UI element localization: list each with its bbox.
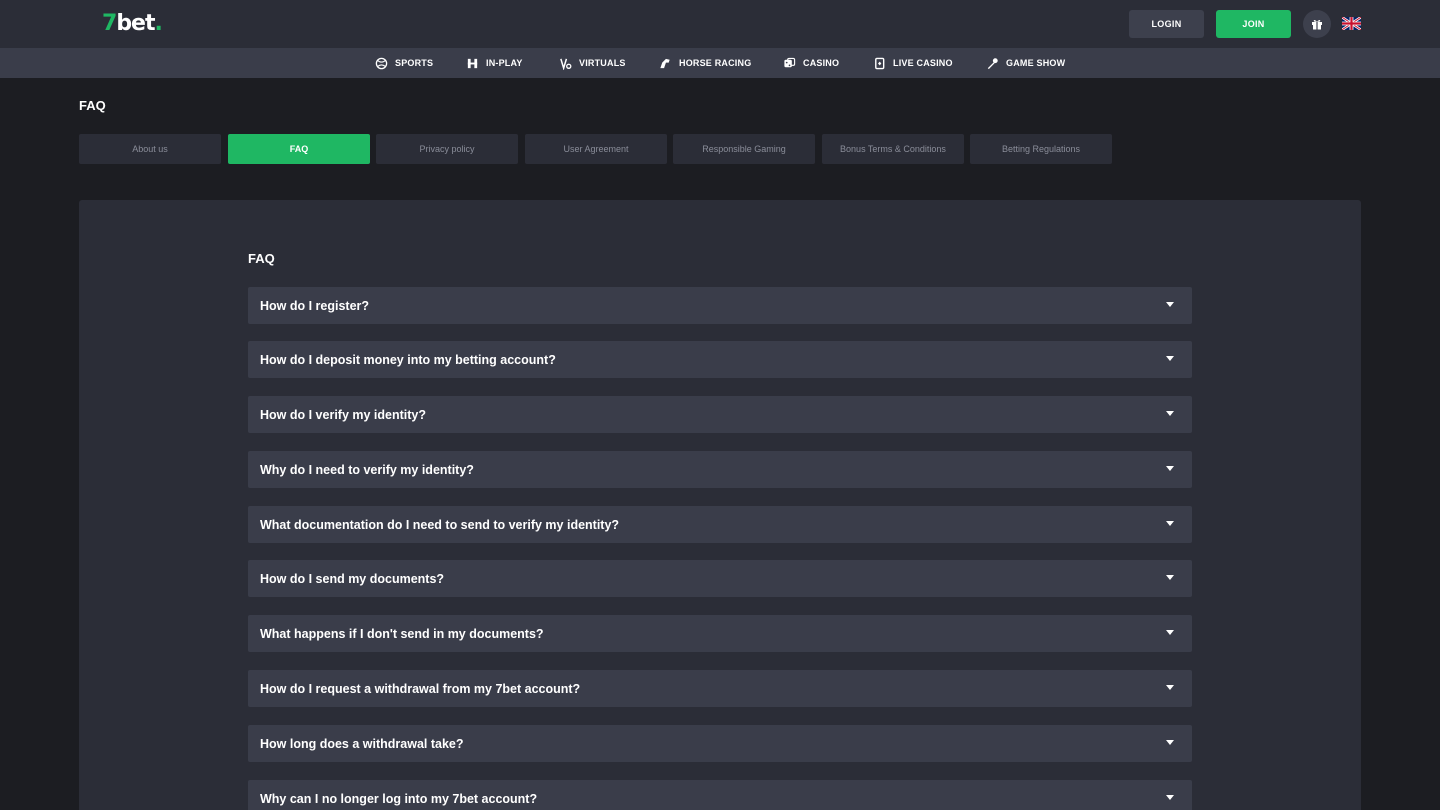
sports-ball-icon bbox=[375, 57, 388, 69]
faq-question: What happens if I don't send in my docum… bbox=[260, 626, 544, 641]
tab-betting-regulations[interactable]: Betting Regulations bbox=[970, 134, 1112, 164]
tab-user-agreement[interactable]: User Agreement bbox=[525, 134, 667, 164]
faq-question: How do I deposit money into my betting a… bbox=[260, 352, 556, 367]
virtuals-icon bbox=[560, 58, 572, 70]
faq-question: How do I request a withdrawal from my 7b… bbox=[260, 681, 581, 696]
in-play-icon bbox=[467, 58, 478, 68]
nav-live-casino[interactable]: LIVE CASINO bbox=[873, 48, 953, 78]
login-button[interactable]: LOGIN bbox=[1129, 10, 1204, 38]
gift-button[interactable] bbox=[1303, 10, 1331, 38]
microphone-icon bbox=[987, 57, 998, 69]
horse-icon bbox=[660, 58, 670, 68]
chevron-down-icon bbox=[1166, 521, 1174, 526]
faq-question: How do I send my documents? bbox=[260, 571, 445, 586]
tab-responsible-gaming[interactable]: Responsible Gaming bbox=[673, 134, 815, 164]
nav-horse-racing[interactable]: HORSE RACING bbox=[658, 48, 751, 78]
tab-bonus-terms[interactable]: Bonus Terms & Conditions bbox=[822, 134, 964, 164]
chevron-down-icon bbox=[1166, 411, 1174, 416]
tab-faq[interactable]: FAQ bbox=[228, 134, 370, 164]
faq-question: What documentation do I need to send to … bbox=[260, 517, 620, 532]
gift-icon bbox=[1312, 20, 1322, 30]
faq-item[interactable]: What documentation do I need to send to … bbox=[248, 506, 1192, 543]
main-nav: SPORTS IN-PLAY VIRTUALS HORSE RACING CAS… bbox=[0, 48, 1440, 78]
page-title: FAQ bbox=[79, 98, 106, 113]
faq-item[interactable]: How do I register? bbox=[248, 287, 1192, 324]
faq-item[interactable]: Why do I need to verify my identity? bbox=[248, 451, 1192, 488]
chevron-down-icon bbox=[1166, 795, 1174, 800]
chevron-down-icon bbox=[1166, 575, 1174, 580]
faq-item[interactable]: Why can I no longer log into my 7bet acc… bbox=[248, 780, 1192, 810]
faq-item[interactable]: How do I request a withdrawal from my 7b… bbox=[248, 670, 1192, 707]
faq-question: How do I verify my identity? bbox=[260, 407, 426, 422]
faq-item[interactable]: How do I verify my identity? bbox=[248, 396, 1192, 433]
faq-question: Why can I no longer log into my 7bet acc… bbox=[260, 791, 538, 806]
chevron-down-icon bbox=[1166, 302, 1174, 307]
faq-item[interactable]: What happens if I don't send in my docum… bbox=[248, 615, 1192, 652]
faq-item[interactable]: How long does a withdrawal take? bbox=[248, 725, 1192, 762]
chevron-down-icon bbox=[1166, 740, 1174, 745]
chevron-down-icon bbox=[1166, 630, 1174, 635]
join-button[interactable]: JOIN bbox=[1216, 10, 1291, 38]
tab-about-us[interactable]: About us bbox=[79, 134, 221, 164]
cards-icon bbox=[875, 57, 885, 69]
chevron-down-icon bbox=[1166, 466, 1174, 471]
nav-sports[interactable]: SPORTS bbox=[375, 48, 433, 78]
faq-question: How do I register? bbox=[260, 298, 370, 313]
nav-in-play[interactable]: IN-PLAY bbox=[466, 48, 523, 78]
faq-question: How long does a withdrawal take? bbox=[260, 736, 464, 751]
nav-virtuals[interactable]: VIRTUALS bbox=[559, 48, 626, 78]
faq-question: Why do I need to verify my identity? bbox=[260, 462, 474, 477]
faq-item[interactable]: How do I send my documents? bbox=[248, 560, 1192, 597]
chevron-down-icon bbox=[1166, 685, 1174, 690]
tab-privacy-policy[interactable]: Privacy policy bbox=[376, 134, 518, 164]
nav-game-show[interactable]: GAME SHOW bbox=[986, 48, 1065, 78]
chevron-down-icon bbox=[1166, 356, 1174, 361]
uk-flag-icon[interactable] bbox=[1342, 17, 1361, 30]
nav-casino[interactable]: CASINO bbox=[783, 48, 839, 78]
faq-item[interactable]: How do I deposit money into my betting a… bbox=[248, 341, 1192, 378]
faq-heading: FAQ bbox=[248, 251, 275, 266]
brand-logo[interactable]: 7bet. bbox=[102, 11, 163, 37]
top-header: 7bet. LOGIN JOIN bbox=[0, 0, 1440, 48]
dice-icon bbox=[784, 57, 796, 67]
